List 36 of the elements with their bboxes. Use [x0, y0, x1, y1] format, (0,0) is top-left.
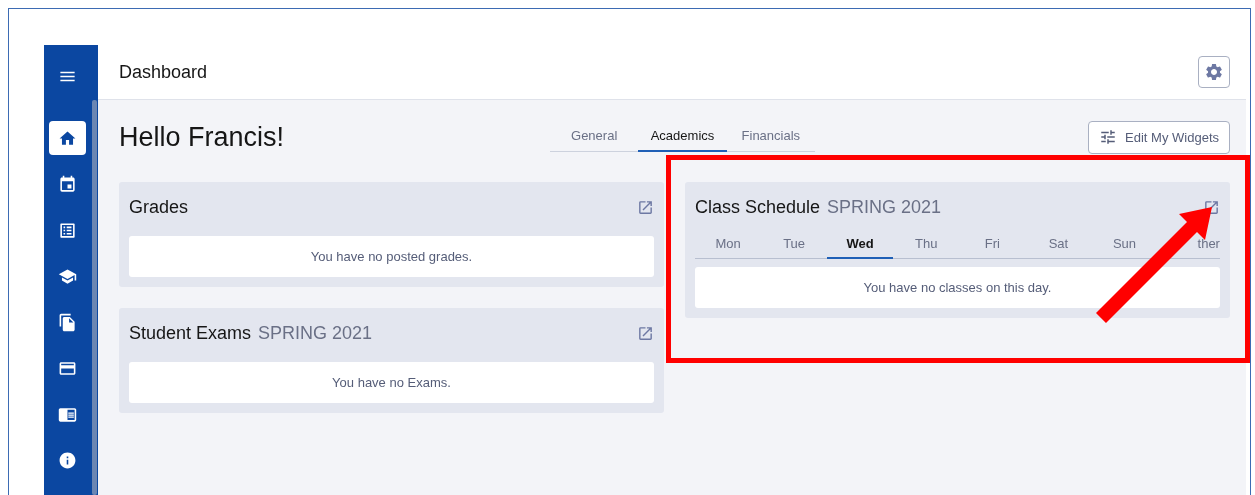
day-tab[interactable]: Sun	[1091, 228, 1158, 259]
open-external-icon[interactable]	[637, 324, 654, 342]
empty-message: You have no posted grades.	[129, 236, 654, 277]
day-tab[interactable]: Thu	[893, 228, 960, 259]
tab[interactable]: Academics	[638, 122, 727, 152]
settings-button[interactable]	[1198, 56, 1230, 88]
school-icon	[57, 266, 77, 286]
open-external-icon[interactable]	[1203, 198, 1220, 216]
widget-term: SPRING 2021	[827, 196, 942, 218]
day-tab[interactable]: Fri	[959, 228, 1026, 259]
info-icon	[57, 450, 77, 470]
home-icon	[57, 128, 77, 148]
edit-widgets-button[interactable]: Edit My Widgets	[1088, 120, 1230, 154]
widget-title: Student Exams	[129, 322, 252, 344]
documents-icon	[57, 312, 77, 332]
tab[interactable]: General	[550, 122, 639, 152]
widget-term: SPRING 2021	[258, 322, 373, 344]
empty-message: You have no Exams.	[129, 362, 654, 403]
day-tab[interactable]: Mon	[695, 228, 762, 259]
day-tab[interactable]: ther	[1197, 228, 1220, 259]
scrollbar[interactable]	[92, 100, 97, 495]
day-tab[interactable]: Wed	[827, 228, 894, 259]
calendar-icon	[57, 174, 77, 194]
empty-message: You have no classes on this day.	[695, 267, 1220, 308]
day-tab[interactable]: Tue	[761, 228, 828, 259]
day-tab[interactable]: Sat	[1025, 228, 1092, 259]
widget-title: Grades	[129, 196, 189, 218]
open-external-icon[interactable]	[637, 198, 654, 216]
widget-title: Class Schedule	[695, 196, 821, 218]
settings-icon	[1204, 62, 1224, 82]
sidebar-item[interactable]	[48, 121, 86, 155]
sliders-icon	[1099, 128, 1118, 146]
tab[interactable]: Financials	[726, 122, 815, 152]
greeting: Hello Francis!	[119, 121, 286, 153]
page-title: Dashboard	[119, 61, 208, 83]
list-icon	[57, 220, 77, 240]
